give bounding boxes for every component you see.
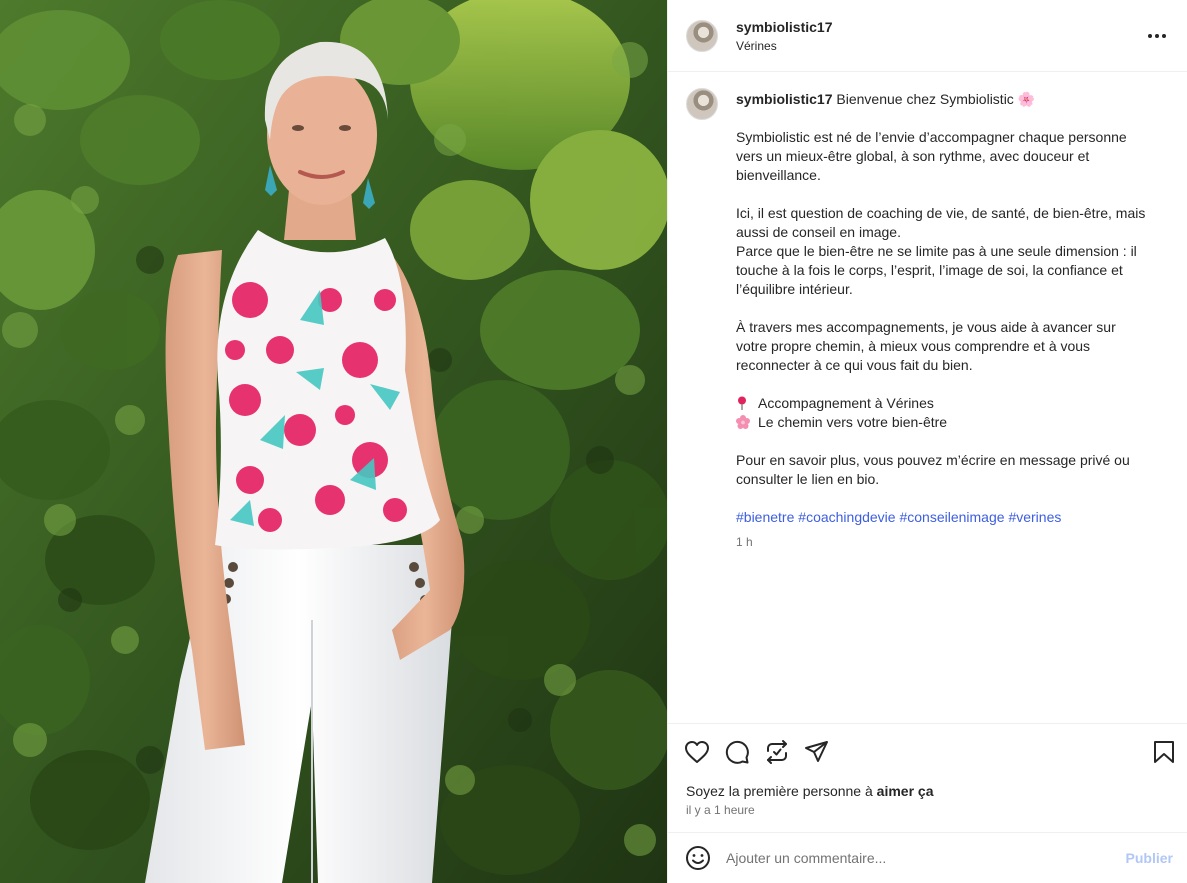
caption-paragraph: Ici, il est question de coaching de vie,… — [736, 205, 1146, 240]
bookmark-icon — [1154, 741, 1174, 763]
caption-bullet-text: Accompagnement à Vérines — [758, 395, 934, 411]
caption-hashtags: #bienetre #coachingdevie #conseilenimage… — [736, 508, 1146, 527]
caption-paragraph: À travers mes accompagnements, je vous a… — [736, 319, 1116, 373]
post-actions-area: Soyez la première personne à aimer ça il… — [668, 723, 1187, 817]
post-photo[interactable] — [0, 0, 667, 883]
action-bar — [668, 724, 1187, 780]
comment-input[interactable] — [726, 850, 1126, 866]
hashtag-link[interactable]: #coachingdevie — [798, 509, 895, 525]
post-header: symbiolistic17 Vérines — [668, 0, 1187, 72]
cherry-blossom-icon — [736, 415, 750, 429]
like-link[interactable]: aimer ça — [877, 783, 934, 799]
author-avatar[interactable] — [686, 19, 718, 52]
comment-box: Publier — [668, 832, 1187, 883]
post-caption: symbiolistic17 Bienvenue chez Symbiolist… — [686, 88, 1169, 552]
comment-icon — [725, 740, 749, 764]
caption-bullet: Accompagnement à Vérines — [736, 394, 1146, 413]
caption-closing: Pour en savoir plus, vous pouvez m’écrir… — [736, 452, 1130, 487]
like-button[interactable] — [684, 732, 724, 772]
caption-paragraph: Parce que le bien-être ne se limite pas … — [736, 243, 1137, 297]
publish-button[interactable]: Publier — [1126, 850, 1173, 866]
more-options-button[interactable] — [1145, 24, 1169, 48]
save-button[interactable] — [1135, 732, 1175, 772]
emoji-picker-button[interactable] — [684, 844, 712, 872]
round-pushpin-icon — [738, 396, 746, 410]
hashtag-link[interactable]: #verines — [1008, 509, 1061, 525]
send-button[interactable] — [804, 732, 844, 772]
caption-username[interactable]: symbiolistic17 — [736, 91, 833, 107]
smiley-icon — [686, 846, 710, 870]
caption-intro: Bienvenue chez Symbiolistic 🌸 — [836, 91, 1036, 107]
send-icon — [805, 741, 828, 762]
caption-bullet-text: Le chemin vers votre bien-être — [758, 414, 948, 430]
author-username[interactable]: symbiolistic17 — [736, 18, 1145, 36]
heart-icon — [685, 741, 709, 763]
post-dialog: symbiolistic17 Vérines symbiolistic17 Bi… — [0, 0, 1187, 883]
caption-paragraph: Symbiolistic est né de l’envie d’accompa… — [736, 129, 1127, 183]
caption-body: symbiolistic17 Bienvenue chez Symbiolist… — [736, 88, 1146, 552]
hashtag-link[interactable]: #bienetre — [736, 509, 794, 525]
post-side-panel: symbiolistic17 Vérines symbiolistic17 Bi… — [667, 0, 1187, 883]
caption-bullet: Le chemin vers votre bien-être — [736, 413, 1146, 432]
hashtag-link[interactable]: #conseilenimage — [899, 509, 1004, 525]
caption-avatar[interactable] — [686, 88, 718, 120]
likes-prefix: Soyez la première personne à — [686, 783, 877, 799]
comment-button[interactable] — [724, 732, 764, 772]
caption-time[interactable]: 1 h — [736, 533, 1146, 552]
more-dots-icon — [1148, 33, 1166, 38]
repost-button[interactable] — [764, 732, 804, 772]
post-location[interactable]: Vérines — [736, 38, 1145, 54]
author-info: symbiolistic17 Vérines — [736, 18, 1145, 54]
post-timestamp[interactable]: il y a 1 heure — [668, 803, 1187, 817]
photo-image — [0, 0, 667, 883]
caption-first-line: symbiolistic17 Bienvenue chez Symbiolist… — [736, 90, 1146, 109]
repost-icon — [767, 740, 787, 764]
likes-summary: Soyez la première personne à aimer ça — [668, 782, 1187, 800]
